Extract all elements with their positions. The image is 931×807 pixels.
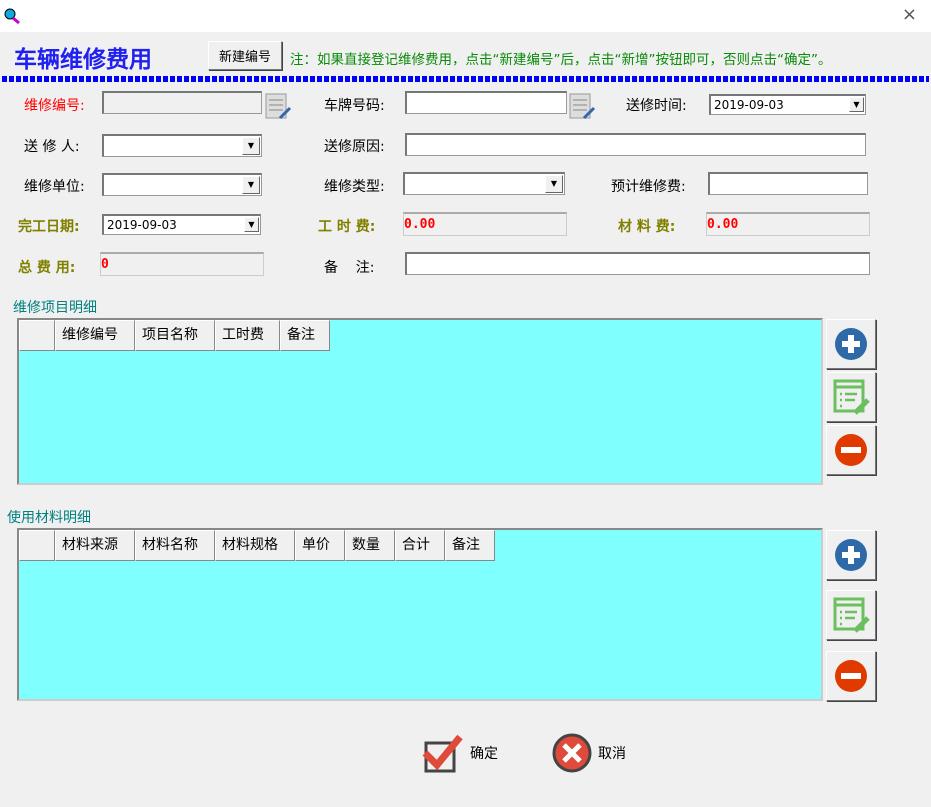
edit-material-button[interactable] xyxy=(826,590,876,640)
labor-fee-label: 工 时 费: xyxy=(318,219,376,235)
material-fee-label: 材 料 费: xyxy=(618,219,676,235)
magnifier-icon xyxy=(4,8,20,25)
estimate-input[interactable] xyxy=(708,172,868,195)
sender-label: 送 修 人: xyxy=(24,139,80,155)
repair-no-label: 维修编号: xyxy=(24,98,85,114)
total-value: 0 xyxy=(100,252,264,276)
add-item-button[interactable] xyxy=(826,319,876,369)
column-header[interactable]: 材料来源 xyxy=(55,530,135,561)
column-header[interactable] xyxy=(19,530,55,561)
column-header[interactable]: 合计 xyxy=(395,530,445,561)
column-header[interactable]: 单价 xyxy=(295,530,345,561)
chevron-down-icon[interactable]: ▼ xyxy=(242,137,260,155)
cancel-label: 取消 xyxy=(598,746,626,762)
plate-no-label: 车牌号码: xyxy=(324,98,385,114)
checkmark-icon xyxy=(422,734,463,773)
instruction-note: 注：如果直接登记维修费用，点击“新建编号”后，点击“新增”按钮即可，否则点击“确… xyxy=(290,52,832,68)
remark-label: 备 注: xyxy=(324,260,375,276)
reason-label: 送修原因: xyxy=(324,139,385,155)
ok-button[interactable]: 确定 xyxy=(422,733,498,773)
remark-input[interactable] xyxy=(405,252,870,275)
column-header[interactable]: 备注 xyxy=(445,530,495,561)
send-time-label: 送修时间: xyxy=(626,98,687,114)
column-header[interactable]: 备注 xyxy=(280,320,330,351)
materials-grid[interactable]: 材料来源 材料名称 材料规格 单价 数量 合计 备注 xyxy=(17,528,823,701)
finish-date-label: 完工日期: xyxy=(18,219,80,235)
material-fee-value: 0.00 xyxy=(706,212,870,236)
materials-section-title: 使用材料明细 xyxy=(7,510,91,526)
column-header[interactable]: 材料规格 xyxy=(215,530,295,561)
edit-list-icon xyxy=(833,379,870,415)
notepad-icon[interactable] xyxy=(264,92,292,122)
unit-select[interactable]: ▼ xyxy=(102,173,262,196)
chevron-down-icon[interactable]: ▼ xyxy=(849,97,864,112)
type-label: 维修类型: xyxy=(324,179,385,195)
column-header[interactable]: 工时费 xyxy=(215,320,280,351)
notepad-icon[interactable] xyxy=(568,92,596,122)
unit-label: 维修单位: xyxy=(24,179,85,195)
plus-circle-icon xyxy=(835,539,867,571)
minus-circle-icon xyxy=(835,660,867,692)
cancel-button[interactable]: 取消 xyxy=(552,733,626,773)
chevron-down-icon[interactable]: ▼ xyxy=(242,176,260,194)
column-header[interactable]: 维修编号 xyxy=(55,320,135,351)
finish-date-picker[interactable]: 2019-09-03 ▼ xyxy=(102,214,261,235)
minus-circle-icon xyxy=(835,434,867,466)
column-header[interactable]: 项目名称 xyxy=(135,320,215,351)
ok-label: 确定 xyxy=(470,746,498,762)
edit-list-icon xyxy=(833,597,870,633)
plate-no-input[interactable] xyxy=(405,91,567,114)
delete-item-button[interactable] xyxy=(826,425,876,475)
cancel-circle-icon xyxy=(552,733,592,773)
estimate-label: 预计维修费: xyxy=(611,179,686,195)
finish-date-value: 2019-09-03 xyxy=(107,218,177,232)
items-grid[interactable]: 维修编号 项目名称 工时费 备注 xyxy=(17,318,823,485)
add-material-button[interactable] xyxy=(826,530,876,580)
title-bar: × xyxy=(0,0,931,32)
chevron-down-icon[interactable]: ▼ xyxy=(244,217,259,232)
delete-material-button[interactable] xyxy=(826,651,876,701)
type-select[interactable]: ▼ xyxy=(403,172,565,195)
edit-item-button[interactable] xyxy=(826,372,876,422)
plus-circle-icon xyxy=(835,328,867,360)
divider xyxy=(2,76,929,82)
chevron-down-icon[interactable]: ▼ xyxy=(545,175,563,193)
column-header[interactable]: 数量 xyxy=(345,530,395,561)
column-header[interactable] xyxy=(19,320,55,351)
items-section-title: 维修项目明细 xyxy=(13,300,97,316)
total-label: 总 费 用: xyxy=(18,260,76,276)
repair-no-input[interactable] xyxy=(102,91,262,114)
new-number-button[interactable]: 新建编号 xyxy=(208,41,282,70)
sender-select[interactable]: ▼ xyxy=(102,134,262,157)
page-title: 车辆维修费用 xyxy=(14,46,152,73)
column-header[interactable]: 材料名称 xyxy=(135,530,215,561)
labor-fee-value: 0.00 xyxy=(403,212,567,236)
send-time-value: 2019-09-03 xyxy=(714,98,784,112)
reason-input[interactable] xyxy=(405,133,866,156)
close-button[interactable]: × xyxy=(902,4,917,25)
send-time-picker[interactable]: 2019-09-03 ▼ xyxy=(709,94,866,115)
